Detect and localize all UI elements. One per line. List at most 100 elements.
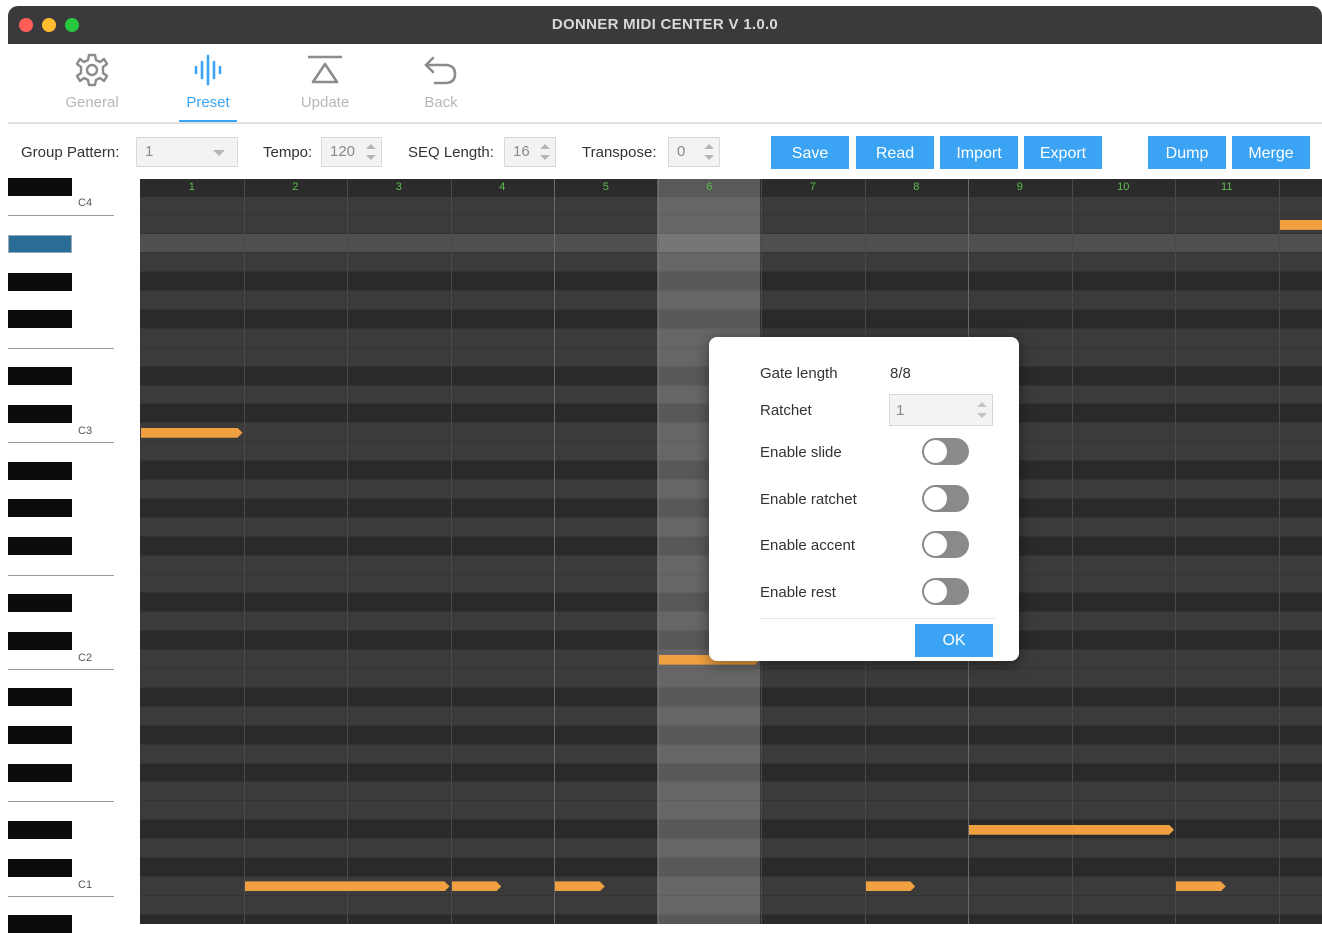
step-number: 5 <box>554 181 658 193</box>
step-number: 8 <box>865 181 969 193</box>
step-number: 11 <box>1175 181 1279 193</box>
white-key-separator <box>8 348 114 349</box>
tab-general-label: General <box>47 94 137 111</box>
step-number: 1 <box>140 181 244 193</box>
black-key[interactable] <box>8 821 72 839</box>
tab-update[interactable]: Update <box>280 52 370 111</box>
white-key-separator <box>8 669 114 670</box>
read-button[interactable]: Read <box>856 136 934 169</box>
black-key[interactable] <box>8 462 72 480</box>
step-number: 7 <box>761 181 865 193</box>
step-number: 4 <box>451 181 555 193</box>
black-key[interactable] <box>8 235 72 253</box>
step-divider <box>244 179 245 924</box>
group-pattern-label: Group Pattern: <box>21 144 119 161</box>
dialog-divider <box>760 618 995 619</box>
tempo-stepper[interactable]: 120 <box>321 137 382 167</box>
black-key[interactable] <box>8 859 72 877</box>
merge-button[interactable]: Merge <box>1232 136 1310 169</box>
stepper-arrows-icon[interactable] <box>365 141 377 163</box>
note-block[interactable] <box>969 825 1174 835</box>
white-key-separator <box>8 896 114 897</box>
step-divider <box>347 179 348 924</box>
tab-preset[interactable]: Preset <box>163 52 253 111</box>
black-key[interactable] <box>8 273 72 291</box>
black-key[interactable] <box>8 499 72 517</box>
seq-length-value: 16 <box>513 143 530 160</box>
enable-slide-label: Enable slide <box>760 444 842 461</box>
ok-button[interactable]: OK <box>915 624 993 657</box>
black-key[interactable] <box>8 537 72 555</box>
tab-preset-label: Preset <box>163 94 253 111</box>
ratchet-stepper[interactable]: 1 <box>889 394 993 426</box>
transpose-stepper[interactable]: 0 <box>668 137 720 167</box>
note-block[interactable] <box>245 881 450 891</box>
white-key-separator <box>8 215 114 216</box>
step-number: 3 <box>347 181 451 193</box>
upload-icon <box>305 52 345 88</box>
controls-bar: Group Pattern: 1 Tempo: 120 SEQ Length: … <box>8 124 1322 179</box>
note-block[interactable] <box>1176 881 1226 891</box>
piano-keyboard[interactable]: C4 C3 C2 C1 <box>8 179 116 924</box>
gate-length-value: 8/8 <box>890 365 911 382</box>
step-divider <box>451 179 452 924</box>
tab-general[interactable]: General <box>47 52 137 111</box>
enable-ratchet-toggle[interactable] <box>922 485 969 512</box>
stepper-arrows-icon[interactable] <box>539 141 551 163</box>
note-block[interactable] <box>555 881 605 891</box>
dump-button[interactable]: Dump <box>1148 136 1226 169</box>
import-button[interactable]: Import <box>940 136 1018 169</box>
note-block[interactable] <box>141 428 243 438</box>
export-button[interactable]: Export <box>1024 136 1102 169</box>
tempo-value: 120 <box>330 143 355 160</box>
enable-rest-label: Enable rest <box>760 584 836 601</box>
white-key-separator <box>8 442 114 443</box>
toggle-knob <box>924 533 947 556</box>
black-key[interactable] <box>8 726 72 744</box>
save-button[interactable]: Save <box>771 136 849 169</box>
enable-slide-toggle[interactable] <box>922 438 969 465</box>
step-number: 9 <box>968 181 1072 193</box>
white-key-separator <box>8 575 114 576</box>
step-divider <box>554 179 555 924</box>
step-number: 2 <box>244 181 348 193</box>
tab-back[interactable]: Back <box>396 52 486 111</box>
black-key[interactable] <box>8 632 72 650</box>
toggle-knob <box>924 580 947 603</box>
window-title: DONNER MIDI CENTER V 1.0.0 <box>8 6 1322 44</box>
seq-length-label: SEQ Length: <box>408 144 494 161</box>
ratchet-label: Ratchet <box>760 402 812 419</box>
stepper-arrows-icon[interactable] <box>976 399 988 421</box>
step-number: 6 <box>658 181 762 193</box>
group-pattern-select[interactable]: 1 <box>136 137 238 167</box>
undo-arrow-icon <box>421 52 461 88</box>
ratchet-value: 1 <box>896 402 904 419</box>
stepper-arrows-icon[interactable] <box>703 141 715 163</box>
enable-accent-label: Enable accent <box>760 537 855 554</box>
gate-length-label: Gate length <box>760 365 838 382</box>
black-key[interactable] <box>8 915 72 933</box>
tempo-label: Tempo: <box>263 144 312 161</box>
main-toolbar: General Preset Update Back <box>8 44 1322 122</box>
octave-label-c1: C1 <box>78 879 92 891</box>
black-key[interactable] <box>8 405 72 423</box>
step-number: 10 <box>1072 181 1176 193</box>
enable-rest-toggle[interactable] <box>922 578 969 605</box>
note-block[interactable] <box>452 881 502 891</box>
note-block[interactable] <box>866 881 916 891</box>
step-divider <box>1175 179 1176 924</box>
transpose-value: 0 <box>677 143 685 160</box>
white-key-separator <box>8 801 114 802</box>
enable-accent-toggle[interactable] <box>922 531 969 558</box>
black-key[interactable] <box>8 688 72 706</box>
toggle-knob <box>924 440 947 463</box>
black-key[interactable] <box>8 178 72 196</box>
transpose-label: Transpose: <box>582 144 656 161</box>
black-key[interactable] <box>8 594 72 612</box>
note-block[interactable] <box>1280 220 1322 230</box>
seq-length-stepper[interactable]: 16 <box>504 137 556 167</box>
tab-back-label: Back <box>396 94 486 111</box>
black-key[interactable] <box>8 764 72 782</box>
black-key[interactable] <box>8 367 72 385</box>
black-key[interactable] <box>8 310 72 328</box>
